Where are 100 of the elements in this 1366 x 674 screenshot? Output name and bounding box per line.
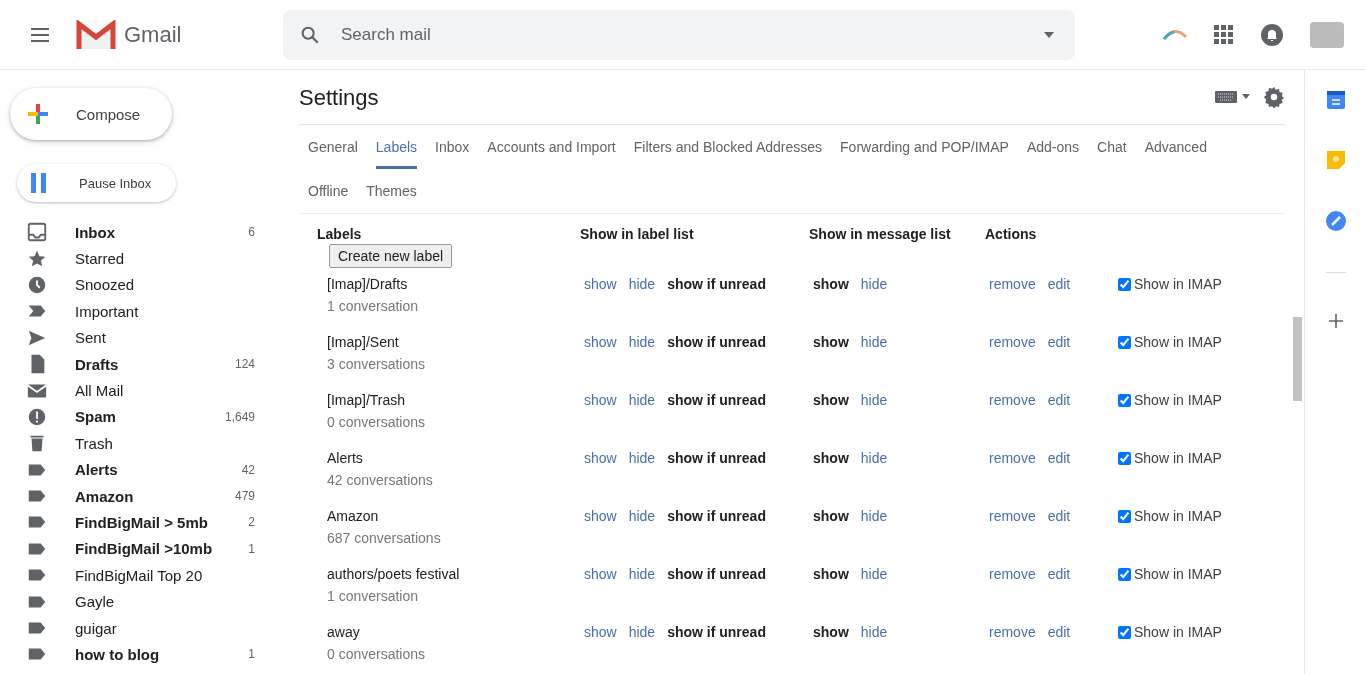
action-link[interactable]: remove — [989, 508, 1036, 524]
sidebar-item[interactable]: Amazon 479 — [0, 482, 257, 510]
visibility-link[interactable]: hide — [860, 276, 888, 292]
conversation-count: 42 conversations — [327, 472, 433, 488]
add-icon[interactable] — [1327, 313, 1344, 329]
sidebar-item[interactable]: Snoozed — [0, 271, 257, 299]
action-link[interactable]: edit — [1047, 624, 1071, 640]
create-label-button[interactable]: Create new label — [329, 244, 453, 268]
sidebar-item[interactable]: how to blog 1 — [0, 641, 257, 668]
settings-tab[interactable]: Chat — [1097, 125, 1127, 169]
visibility-link[interactable]: hide — [628, 624, 656, 640]
action-link[interactable]: edit — [1047, 276, 1071, 292]
search-field[interactable]: Search mail — [283, 9, 1075, 60]
settings-tab[interactable]: Forwarding and POP/IMAP — [840, 125, 1009, 169]
sidebar-item[interactable]: guigar — [0, 614, 257, 642]
sidebar-item[interactable]: FindBigMail > 5mb 2 — [0, 509, 257, 536]
search-input[interactable]: Search mail — [339, 23, 1043, 46]
imap-checkbox[interactable] — [1118, 335, 1131, 349]
visibility-link[interactable]: hide — [628, 508, 656, 524]
visibility-link[interactable]: show — [584, 334, 617, 350]
arc-icon[interactable] — [1162, 27, 1188, 42]
visibility-option: show if unread — [667, 450, 766, 466]
settings-tab[interactable]: Filters and Blocked Addresses — [633, 125, 823, 169]
sidebar-item[interactable]: Alerts 42 — [0, 456, 257, 483]
visibility-link[interactable]: hide — [860, 392, 888, 408]
action-link[interactable]: remove — [989, 334, 1036, 350]
visibility-link[interactable]: hide — [628, 334, 656, 350]
sidebar-item[interactable]: Trash — [0, 430, 257, 457]
pause-inbox-button[interactable]: Pause Inbox — [17, 164, 176, 202]
visibility-link[interactable]: hide — [628, 392, 656, 408]
visibility-link[interactable]: hide — [860, 334, 888, 350]
compose-button[interactable]: Compose — [10, 88, 172, 140]
settings-tab[interactable]: Labels — [375, 125, 418, 169]
settings-tab[interactable]: Advanced — [1144, 125, 1207, 169]
keyboard-icon[interactable] — [1215, 90, 1237, 104]
imap-checkbox[interactable] — [1118, 625, 1131, 639]
sidebar-item[interactable]: FindBigMail Top 20 — [0, 562, 257, 589]
sidebar-item[interactable]: Starred — [0, 245, 257, 272]
visibility-link[interactable]: hide — [628, 450, 656, 466]
caret-icon[interactable] — [1043, 30, 1055, 39]
visibility-option: show — [813, 450, 849, 466]
visibility-link[interactable]: hide — [628, 276, 656, 292]
label-name: authors/poets festival — [327, 566, 460, 582]
sidebar-item[interactable]: All Mail — [0, 377, 257, 404]
visibility-link[interactable]: show — [584, 624, 617, 640]
bell-icon[interactable] — [1260, 22, 1284, 47]
visibility-link[interactable]: hide — [860, 566, 888, 582]
sidebar-item[interactable]: Gayle — [0, 588, 257, 615]
inbox-icon — [26, 221, 48, 244]
label-name: [Imap]/Sent — [327, 334, 399, 350]
action-link[interactable]: edit — [1047, 566, 1071, 582]
action-link[interactable]: remove — [989, 624, 1036, 640]
sidebar-item[interactable]: Important — [0, 298, 257, 325]
action-link[interactable]: remove — [989, 392, 1036, 408]
scrollbar[interactable] — [1293, 317, 1302, 401]
action-link[interactable]: remove — [989, 276, 1036, 292]
visibility-link[interactable]: show — [584, 392, 617, 408]
unread-count: 1 — [248, 541, 255, 556]
action-link[interactable]: edit — [1047, 392, 1071, 408]
checkbox-label: Show in IMAP — [1134, 276, 1222, 292]
imap-checkbox[interactable] — [1118, 567, 1131, 581]
imap-checkbox[interactable] — [1118, 393, 1131, 407]
unread-count: 1 — [248, 647, 255, 662]
calendar-icon[interactable] — [1325, 90, 1346, 110]
imap-checkbox[interactable] — [1118, 277, 1131, 291]
visibility-option: show — [813, 276, 849, 292]
imap-checkbox[interactable] — [1118, 451, 1131, 465]
mail-logo-icon[interactable] — [76, 19, 116, 50]
action-link[interactable]: remove — [989, 450, 1036, 466]
visibility-link[interactable]: show — [584, 276, 617, 292]
action-link[interactable]: edit — [1047, 334, 1071, 350]
sidebar-item[interactable]: Drafts 124 — [0, 350, 257, 378]
settings-tab[interactable]: Inbox — [435, 125, 470, 169]
settings-tab[interactable]: Accounts and Import — [487, 125, 616, 169]
sidebar-item[interactable]: Spam 1,649 — [0, 403, 257, 431]
action-link[interactable]: remove — [989, 566, 1036, 582]
label-name: [Imap]/Drafts — [327, 276, 408, 292]
sidebar-item[interactable]: FindBigMail >10mb 1 — [0, 535, 257, 563]
sidebar-item[interactable]: Inbox 6 — [0, 219, 257, 246]
caret-icon[interactable] — [1241, 94, 1251, 100]
sidebar-item[interactable]: Sent — [0, 324, 257, 351]
visibility-link[interactable]: show — [584, 450, 617, 466]
visibility-link[interactable]: hide — [860, 450, 888, 466]
settings-icon[interactable] — [1263, 86, 1285, 108]
action-link[interactable]: edit — [1047, 450, 1071, 466]
imap-checkbox[interactable] — [1118, 509, 1131, 523]
visibility-link[interactable]: show — [584, 566, 617, 582]
settings-tab[interactable]: Add-ons — [1026, 125, 1080, 169]
settings-tab[interactable]: Themes — [366, 169, 417, 213]
settings-tab[interactable]: General — [308, 125, 358, 169]
apps-grid-icon[interactable] — [1214, 24, 1234, 45]
visibility-link[interactable]: hide — [628, 566, 656, 582]
visibility-link[interactable]: hide — [860, 508, 888, 524]
label-name: Alerts — [327, 450, 363, 466]
visibility-link[interactable]: hide — [860, 624, 888, 640]
settings-tab[interactable]: Offline — [308, 169, 349, 213]
visibility-option: show if unread — [667, 276, 766, 292]
action-link[interactable]: edit — [1047, 508, 1071, 524]
label-name: Amazon — [327, 508, 379, 524]
visibility-link[interactable]: show — [584, 508, 617, 524]
